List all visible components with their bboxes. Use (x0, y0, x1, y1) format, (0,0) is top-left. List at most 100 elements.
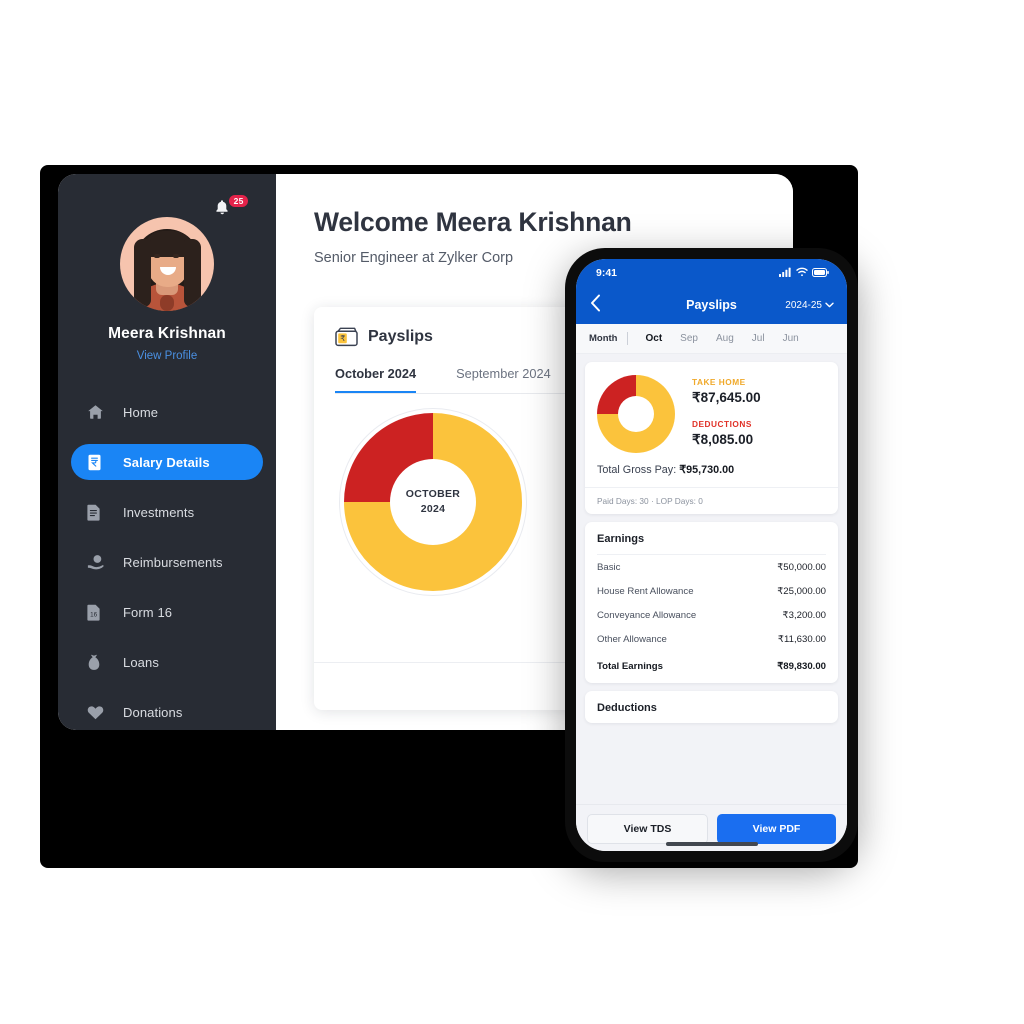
sidebar-item-donations[interactable]: Donations (71, 694, 263, 730)
sidebar-item-label: Home (123, 404, 159, 420)
earnings-row-amount: ₹11,630.00 (777, 633, 826, 645)
take-home-value: ₹87,645.00 (692, 390, 761, 405)
notifications-button[interactable]: 25 (214, 195, 248, 222)
avatar-hair-right (184, 239, 201, 307)
sidebar-item-reimbursements[interactable]: Reimbursements (71, 544, 263, 580)
phone-screen: 9:41 Payslips 2024-25 Month Oct Sep Aug … (576, 259, 847, 851)
home-icon (87, 402, 109, 422)
deductions-title: Deductions (597, 702, 657, 714)
form16-icon: 16 (87, 602, 109, 622)
heart-icon (87, 702, 109, 722)
sidebar-item-loans[interactable]: Loans (71, 644, 263, 680)
summary-donut-chart (597, 375, 675, 453)
phone-action-bar: View TDS View PDF (576, 804, 847, 851)
earnings-row-amount: ₹25,000.00 (777, 585, 826, 597)
phone-body: TAKE HOME ₹87,645.00 DEDUCTIONS ₹8,085.0… (576, 354, 847, 723)
wallet-rupee-icon: ₹ (335, 327, 358, 347)
month-selector-label: Month (589, 333, 618, 344)
salary-summary-card: TAKE HOME ₹87,645.00 DEDUCTIONS ₹8,085.0… (585, 362, 838, 514)
avatar-tie (160, 295, 174, 311)
summary-donut-hole (618, 396, 654, 432)
tab-september-2024[interactable]: September 2024 (456, 366, 551, 393)
gross-pay-label: Total Gross Pay: (597, 464, 677, 476)
status-time: 9:41 (596, 266, 618, 279)
sidebar-item-home[interactable]: Home (71, 394, 263, 430)
month-tab-sep[interactable]: Sep (671, 333, 707, 344)
gross-pay-row: Total Gross Pay: ₹95,730.00 (585, 459, 838, 487)
summary-top: TAKE HOME ₹87,645.00 DEDUCTIONS ₹8,085.0… (585, 362, 838, 459)
take-home-label: TAKE HOME (692, 377, 746, 387)
battery-icon (812, 264, 829, 282)
avatar[interactable] (120, 217, 214, 311)
avatar-eye-left (154, 254, 160, 258)
cellular-icon (779, 264, 792, 282)
sidebar-item-label: Investments (123, 504, 195, 520)
earnings-row-amount: ₹3,200.00 (782, 609, 826, 621)
value-spacer (692, 406, 761, 419)
donut-center-month: OCTOBER (405, 487, 461, 500)
earnings-card: Earnings Basic ₹50,000.00 House Rent All… (585, 522, 838, 683)
month-tab-aug[interactable]: Aug (707, 333, 743, 344)
earnings-row-amount: ₹50,000.00 (777, 561, 826, 573)
chevron-down-icon (825, 300, 834, 311)
table-row: Basic ₹50,000.00 (585, 555, 838, 579)
sidebar-item-label: Reimbursements (123, 554, 223, 570)
status-icons (779, 264, 829, 282)
paid-days-row: Paid Days: 30 · LOP Days: 0 (585, 487, 838, 514)
payslips-card-title: Payslips (368, 328, 433, 345)
table-row: Conveyance Allowance ₹3,200.00 (585, 603, 838, 627)
earnings-title: Earnings (597, 533, 645, 545)
deductions-card: Deductions (585, 691, 838, 723)
notification-badge: 25 (229, 195, 248, 207)
avatar-hair-left (134, 239, 151, 307)
view-profile-link[interactable]: View Profile (58, 350, 276, 362)
month-divider (626, 332, 628, 345)
earnings-row-label: Conveyance Allowance (597, 609, 697, 621)
donut-center-year: 2024 (420, 503, 446, 515)
month-tab-oct[interactable]: Oct (637, 333, 672, 344)
table-row: Other Allowance ₹11,630.00 (585, 627, 838, 651)
donut-center-label: OCTOBER 2024 (390, 459, 476, 545)
earnings-row-label: Basic (597, 561, 621, 573)
sidebar-item-label: Loans (123, 654, 159, 670)
fiscal-year-value: 2024-25 (785, 299, 822, 311)
earnings-row-label: Other Allowance (597, 633, 667, 645)
earnings-row-label: House Rent Allowance (597, 585, 694, 597)
sidebar-item-label: Form 16 (123, 604, 173, 620)
table-row: House Rent Allowance ₹25,000.00 (585, 579, 838, 603)
sidebar-item-salary-details[interactable]: Salary Details (71, 444, 263, 480)
bell-icon (214, 199, 230, 219)
sidebar-nav: Home Salary Details Investments Reimburs… (58, 394, 276, 730)
fiscal-year-dropdown[interactable]: 2024-25 (785, 300, 834, 311)
phone-status-bar: 9:41 (576, 259, 847, 286)
wifi-icon (796, 264, 808, 282)
salary-icon (87, 452, 109, 472)
tab-october-2024[interactable]: October 2024 (335, 366, 417, 393)
sidebar-user-name: Meera Krishnan (108, 325, 226, 342)
phone-header: Payslips 2024-25 (576, 286, 847, 324)
sidebar-item-label: Donations (123, 704, 183, 720)
document-icon (87, 502, 109, 522)
month-tab-jun[interactable]: Jun (774, 333, 808, 344)
summary-values: TAKE HOME ₹87,645.00 DEDUCTIONS ₹8,085.0… (675, 375, 761, 453)
view-tds-button[interactable]: View TDS (587, 814, 708, 844)
svg-text:₹: ₹ (340, 334, 345, 343)
sidebar: 25 Meera Krishnan View Profile Home Sala… (58, 174, 276, 730)
earnings-total-amount: ₹89,830.00 (777, 661, 826, 672)
svg-text:16: 16 (90, 611, 98, 618)
moneybag-icon (87, 652, 109, 672)
hand-coin-icon (87, 552, 109, 572)
deductions-value: ₹8,085.00 (692, 432, 754, 447)
sidebar-item-label: Salary Details (123, 454, 210, 470)
earnings-total-row: Total Earnings ₹89,830.00 (585, 651, 838, 683)
sidebar-item-investments[interactable]: Investments (71, 494, 263, 530)
view-pdf-button[interactable]: View PDF (717, 814, 836, 844)
avatar-eye-right (173, 254, 179, 258)
month-tab-jul[interactable]: Jul (743, 333, 774, 344)
gross-pay-value: ₹95,730.00 (679, 464, 735, 476)
month-selector: Month Oct Sep Aug Jul Jun (576, 324, 847, 354)
payslip-donut-chart: OCTOBER 2024 (339, 408, 527, 596)
home-indicator (665, 842, 758, 846)
phone-device-frame: 9:41 Payslips 2024-25 Month Oct Sep Aug … (565, 248, 858, 862)
sidebar-item-form-16[interactable]: 16 Form 16 (71, 594, 263, 630)
